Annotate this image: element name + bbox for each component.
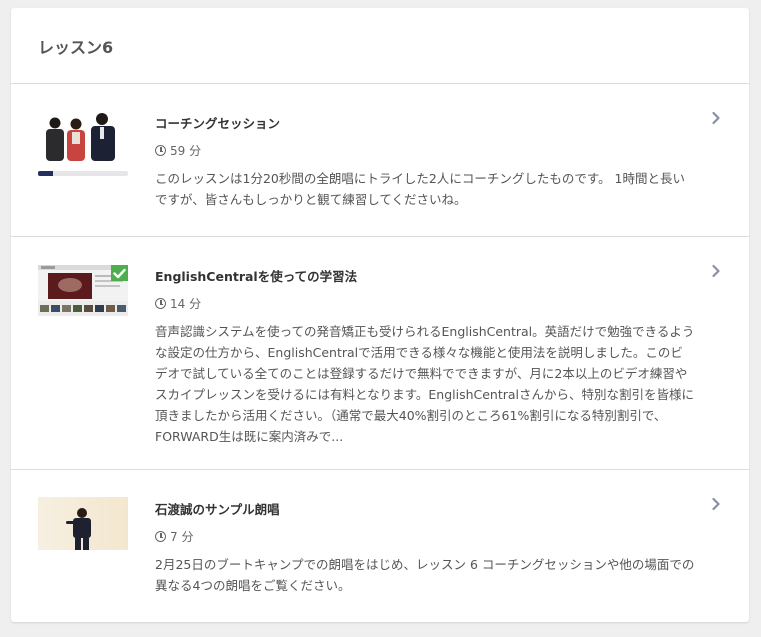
lesson-duration-text: 7 分 (170, 530, 194, 544)
lesson-thumbnail[interactable] (38, 108, 128, 161)
lesson-duration: 14 分 (155, 295, 201, 312)
chevron-right-icon[interactable] (709, 264, 723, 278)
lesson-duration: 7 分 (155, 528, 193, 545)
lesson-item-coaching-session[interactable]: コーチングセッション 59 分 このレッスンは1分20秒間の全朗唱にトライした2… (11, 84, 749, 237)
lesson-duration-text: 59 分 (170, 144, 202, 158)
lesson-title[interactable]: 石渡誠のサンプル朗唱 (155, 499, 280, 518)
section-title: レッスン6 (38, 37, 114, 57)
lesson-title[interactable]: コーチングセッション (155, 113, 280, 132)
completed-badge (111, 265, 128, 281)
lesson-duration: 59 分 (155, 142, 201, 159)
chevron-right-icon[interactable] (709, 111, 723, 125)
lesson-description: このレッスンは1分20秒間の全朗唱にトライした2人にコーチングしたものです。 1… (155, 171, 685, 207)
lesson-item-sample-recitation[interactable]: 石渡誠のサンプル朗唱 7 分 2月25日のブートキャンプでの朗唱をはじめ、レッス… (11, 470, 749, 622)
clock-icon (155, 145, 166, 156)
lesson-duration-text: 14 分 (170, 297, 202, 311)
lesson-progress-fill (38, 171, 54, 176)
lesson-progress-bar (38, 171, 128, 176)
lesson-thumbnail[interactable] (38, 497, 128, 550)
clock-icon (155, 298, 166, 309)
lesson-section-card: レッスン6 コーチングセッション 59 分 このレッスンは1分20秒間の全朗唱に… (11, 8, 749, 622)
lesson-title[interactable]: EnglishCentralを使っての学習法 (155, 266, 357, 285)
chevron-right-icon[interactable] (709, 497, 723, 511)
section-header: レッスン6 (11, 8, 749, 84)
checkmark-icon (113, 268, 126, 278)
lesson-item-englishcentral[interactable]: EnglishCentralを使っての学習法 14 分 音声認識システムを使って… (11, 237, 749, 470)
clock-icon (155, 531, 166, 542)
lesson-thumbnail[interactable] (38, 265, 128, 316)
lesson-description: 音声認識システムを使っての発音矯正も受けられるEnglishCentral。英語… (155, 324, 695, 444)
lesson-description: 2月25日のブートキャンプでの朗唱をはじめ、レッスン 6 コーチングセッションや… (155, 557, 695, 593)
